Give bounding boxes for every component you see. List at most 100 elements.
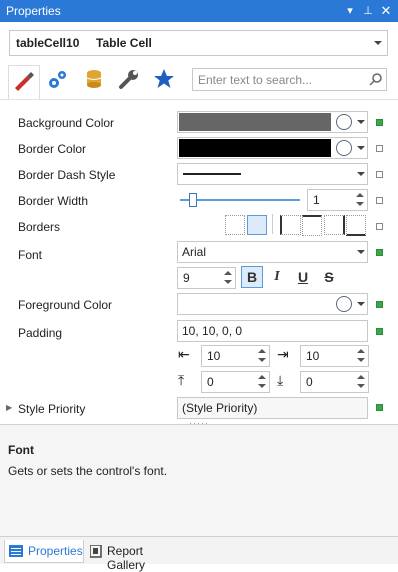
spin-buttons[interactable] — [357, 348, 366, 364]
bold-button[interactable]: B — [241, 266, 263, 288]
chevron-down-icon[interactable] — [357, 120, 365, 124]
tab-properties[interactable]: Properties — [4, 540, 84, 563]
style-priority-value: (Style Priority) — [182, 401, 258, 415]
chevron-down-icon[interactable] — [357, 250, 365, 254]
gears-icon — [49, 71, 66, 88]
property-marker — [376, 404, 383, 411]
tab-behavior[interactable] — [43, 65, 73, 95]
chevron-down-icon[interactable] — [357, 146, 365, 150]
close-icon[interactable]: ✕ — [378, 3, 394, 19]
color-picker-icon[interactable] — [336, 140, 352, 156]
divider — [272, 214, 273, 234]
label-borders: Borders — [18, 220, 61, 234]
padding-left-spinner[interactable]: 10 — [201, 345, 270, 367]
border-top-button[interactable] — [302, 215, 322, 236]
border-width-value: 1 — [313, 193, 320, 207]
font-family-editor[interactable]: Arial — [177, 241, 368, 263]
spin-buttons[interactable] — [258, 374, 267, 390]
chevron-down-icon — [374, 41, 382, 45]
padding-top-icon: ⤒ — [178, 372, 185, 388]
color-picker-icon[interactable] — [336, 296, 352, 312]
spin-buttons[interactable] — [357, 374, 366, 390]
border-left-button[interactable] — [280, 215, 301, 235]
font-family-value: Arial — [182, 245, 207, 259]
tab-design[interactable] — [114, 65, 144, 95]
description-panel: Font Gets or sets the control's font. — [0, 424, 398, 537]
padding-bottom-value: 0 — [306, 375, 313, 389]
border-width-slider-track[interactable] — [180, 199, 300, 201]
component-name: tableCell10 — [16, 36, 80, 50]
tab-data[interactable] — [80, 65, 110, 95]
label-font: Font — [18, 248, 43, 262]
strikethrough-button[interactable]: S — [318, 266, 340, 288]
property-marker — [376, 119, 383, 126]
description-text: Gets or sets the control's font. — [8, 464, 168, 478]
padding-bottom-spinner[interactable]: 0 — [300, 371, 369, 393]
description-heading: Font — [8, 443, 34, 457]
tab-report-gallery[interactable]: Report Gallery — [88, 540, 184, 572]
border-width-slider-thumb[interactable] — [189, 193, 197, 207]
property-marker — [376, 223, 383, 230]
style-priority-editor[interactable]: (Style Priority) — [177, 397, 368, 419]
tab-favorites[interactable] — [150, 65, 180, 95]
spin-buttons[interactable] — [258, 348, 267, 364]
properties-grid-icon — [9, 545, 23, 557]
expand-icon[interactable]: ▶ — [6, 403, 12, 412]
component-selector[interactable]: tableCell10 Table Cell — [9, 30, 388, 56]
label-border-width: Border Width — [18, 194, 89, 208]
chevron-down-icon[interactable] — [357, 172, 365, 176]
border-dash-style-editor[interactable] — [177, 163, 368, 185]
property-marker — [376, 328, 383, 335]
border-width-spinner[interactable]: 1 — [307, 189, 368, 211]
tab-properties-label: Properties — [28, 544, 83, 558]
background-color-editor[interactable] — [177, 111, 368, 133]
font-size-spinner[interactable]: 9 — [177, 267, 236, 289]
property-marker — [376, 171, 383, 178]
tab-appearance[interactable] — [8, 65, 40, 100]
pin-icon[interactable]: ⊥ — [360, 3, 376, 19]
brush-icon — [15, 72, 34, 91]
border-right-button[interactable] — [324, 215, 345, 235]
label-style-priority: Style Priority — [18, 402, 86, 416]
border-none-button[interactable] — [225, 215, 245, 235]
label-padding: Padding — [18, 326, 63, 340]
search-icon — [369, 73, 382, 86]
label-border-dash-style: Border Dash Style — [18, 168, 116, 182]
gallery-icon — [90, 545, 102, 558]
font-size-value: 9 — [183, 271, 190, 285]
padding-left-icon: ⇤ — [178, 346, 190, 362]
solid-line-preview — [183, 173, 241, 175]
italic-button[interactable]: I — [266, 266, 288, 288]
padding-right-value: 10 — [306, 349, 320, 363]
padding-right-spinner[interactable]: 10 — [300, 345, 369, 367]
tab-report-gallery-label: Report Gallery — [107, 544, 146, 572]
background-color-swatch — [179, 113, 331, 131]
border-bottom-button[interactable] — [346, 215, 366, 236]
property-marker — [376, 301, 383, 308]
dropdown-icon[interactable]: ▾ — [342, 3, 358, 19]
foreground-color-editor[interactable] — [177, 293, 368, 315]
padding-top-value: 0 — [207, 375, 214, 389]
padding-editor[interactable]: 10, 10, 0, 0 — [177, 320, 368, 342]
wrench-icon — [119, 70, 138, 89]
label-background-color: Background Color — [18, 116, 115, 130]
database-icon — [86, 70, 102, 88]
spin-buttons[interactable] — [356, 192, 365, 208]
spin-buttons[interactable] — [224, 270, 233, 286]
underline-button[interactable]: U — [292, 266, 314, 288]
padding-right-icon: ⇥ — [277, 346, 289, 362]
property-marker — [376, 249, 383, 256]
padding-top-spinner[interactable]: 0 — [201, 371, 270, 393]
component-type: Table Cell — [96, 36, 152, 50]
title-bar: Properties ▾ ⊥ ✕ — [0, 0, 398, 22]
color-picker-icon[interactable] — [336, 114, 352, 130]
border-color-editor[interactable] — [177, 137, 368, 159]
padding-value: 10, 10, 0, 0 — [182, 324, 243, 338]
padding-left-value: 10 — [207, 349, 221, 363]
label-border-color: Border Color — [18, 142, 87, 156]
search-input[interactable]: Enter text to search... — [192, 68, 387, 91]
border-all-button[interactable] — [247, 215, 267, 235]
property-marker — [376, 145, 383, 152]
chevron-down-icon[interactable] — [357, 302, 365, 306]
window-title: Properties — [6, 4, 61, 18]
